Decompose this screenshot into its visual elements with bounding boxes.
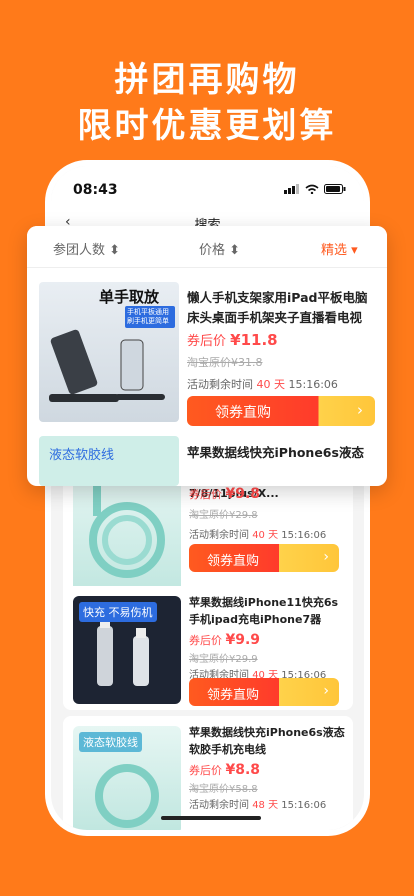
battery-icon xyxy=(324,184,346,194)
thumb-badge: 液态软胶线 xyxy=(79,732,142,752)
thumb-sub: 手机平板通用 刷手机更简单 xyxy=(125,306,175,328)
arrow-right-icon: › xyxy=(357,401,363,419)
sort-icon: ⬍ xyxy=(229,243,241,258)
original-price: 淘宝原价¥29.9 xyxy=(189,654,258,665)
signal-icon xyxy=(284,184,299,194)
home-indicator xyxy=(161,816,261,820)
product-image xyxy=(73,470,181,598)
status-bar: 08:43 xyxy=(51,166,364,210)
remaining-time: 活动剩余时间 48 天 15:16:06 xyxy=(189,800,327,811)
coupon-price: 券后价 ¥9.9 xyxy=(189,632,261,648)
product-title: 苹果数据线快充iPhone6s液态 xyxy=(187,445,364,460)
product-image: 快充 不易伤机 xyxy=(73,596,181,704)
promo-headline-1: 拼团再购物 xyxy=(114,60,300,100)
thumb-badge: 液态软胶线 xyxy=(49,448,115,463)
dropdown-icon: ▾ xyxy=(351,243,358,258)
product-image: 液态软胶线 xyxy=(39,436,179,486)
filter-group-size[interactable]: 参团人数 ⬍ xyxy=(53,239,120,258)
status-time: 08:43 xyxy=(73,182,118,198)
product-title: 懒人手机支架家用iPad平板电脑床头桌面手机架夹子直播看电视 xyxy=(187,290,368,325)
thumb-banner: 单手取放 xyxy=(99,288,160,306)
remaining-time: 活动剩余时间 40 天 15:16:06 xyxy=(189,530,327,541)
original-price: 淘宝原价¥29.8 xyxy=(189,510,258,521)
product-image: 单手取放 手机平板通用 刷手机更简单 xyxy=(39,282,179,422)
buy-button[interactable]: 领券直购 › xyxy=(187,396,375,426)
promo-headline-2: 限时优惠更划算 xyxy=(77,106,337,146)
filter-price[interactable]: 价格 ⬍ xyxy=(199,239,240,258)
sort-icon: ⬍ xyxy=(109,243,121,258)
filter-bar: 参团人数 ⬍ 价格 ⬍ 精选 ▾ xyxy=(27,226,387,268)
buy-button[interactable]: 领券直购 › xyxy=(189,544,339,572)
status-icons xyxy=(284,184,346,194)
wifi-icon xyxy=(305,184,319,194)
thumb-badge: 快充 不易伤机 xyxy=(79,602,157,622)
coupon-price: 券后价 ¥9.8 xyxy=(189,486,261,502)
filter-featured[interactable]: 精选 ▾ xyxy=(321,239,358,258)
buy-button[interactable]: 领券直购 › xyxy=(189,678,339,706)
featured-card-overlay: 参团人数 ⬍ 价格 ⬍ 精选 ▾ 单手取放 手机平板通用 刷手机更简单 懒人手机… xyxy=(27,226,387,486)
product-title: 苹果数据线快充iPhone6s液态软胶手机充电线7/8/11plus/X... xyxy=(189,726,345,756)
arrow-right-icon: › xyxy=(323,549,329,565)
original-price: 淘宝原价¥58.8 xyxy=(189,784,258,795)
original-price: 淘宝原价¥31.8 xyxy=(187,356,263,369)
list-item[interactable]: 快充 不易伤机 苹果数据线iPhone11快充6s手机ipad充电iPhone7… xyxy=(63,586,353,710)
featured-item[interactable]: 单手取放 手机平板通用 刷手机更简单 懒人手机支架家用iPad平板电脑床头桌面手… xyxy=(35,278,379,428)
cable-illustration xyxy=(89,486,165,578)
arrow-right-icon: › xyxy=(323,683,329,699)
product-title: 苹果数据线iPhone11快充6s手机ipad充电iPhone7器811pro车… xyxy=(189,596,339,626)
coupon-price: 券后价 ¥8.8 xyxy=(189,762,261,778)
list-item[interactable]: 液态软胶线 苹果数据线快充iPhone6s液态 xyxy=(35,436,379,486)
coupon-price: 券后价 ¥11.8 xyxy=(187,331,278,349)
remaining-time: 活动剩余时间 40 天 15:16:06 xyxy=(187,378,338,391)
